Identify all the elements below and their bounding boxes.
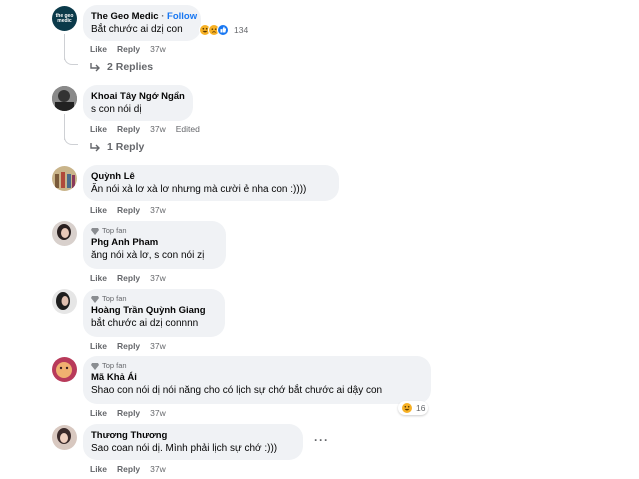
comment-text: Ăn nói xà lơ xà lơ nhưng mà cười ẻ nha c… (91, 184, 307, 195)
reply-arrow-icon (90, 63, 100, 72)
diamond-icon (91, 227, 99, 235)
reply-button[interactable]: Reply (117, 273, 140, 283)
more-options-icon[interactable]: ··· (314, 433, 329, 447)
comment-timestamp[interactable]: 37w (150, 341, 166, 351)
thread-curve (64, 56, 78, 65)
like-button[interactable]: Like (90, 408, 107, 418)
comment-timestamp[interactable]: 37w (150, 124, 166, 134)
comment-bubble: The Geo Medic · Follow Bắt chước ai dzị … (83, 5, 201, 41)
like-button[interactable]: Like (90, 205, 107, 215)
like-button[interactable]: Like (90, 273, 107, 283)
like-reaction-icon (217, 24, 229, 36)
comment-bubble: Top fan Phg Anh Pham ăng nói xà lơ, s co… (83, 221, 226, 269)
like-button[interactable]: Like (90, 44, 107, 54)
comment-timestamp[interactable]: 37w (150, 408, 166, 418)
replies-count: 1 Reply (107, 141, 145, 153)
avatar-photo (52, 86, 77, 111)
avatar[interactable] (52, 166, 77, 191)
top-fan-badge: Top fan (91, 294, 215, 304)
comment-author[interactable]: Quỳnh Lê (91, 170, 329, 183)
comment-author[interactable]: The Geo Medic (91, 11, 159, 22)
reply-button[interactable]: Reply (117, 44, 140, 54)
comment-bubble: Thương Thương Sao coan nói dị. Mình phải… (83, 424, 303, 460)
comment-timestamp[interactable]: 37w (150, 205, 166, 215)
reply-button[interactable]: Reply (117, 124, 140, 134)
thread-curve (64, 136, 78, 145)
reaction-summary[interactable]: 134 (199, 24, 248, 36)
haha-reaction-icon (401, 402, 413, 414)
comment-bubble: Top fan Hoàng Trần Quỳnh Giang bắt chước… (83, 289, 225, 337)
avatar[interactable]: the geo medic (52, 6, 77, 31)
reaction-count: 16 (416, 403, 426, 413)
comment-bubble: Top fan Mã Khả Ái Shao con nói dị nói nă… (83, 356, 431, 404)
comment-text: ăng nói xà lơ, s con nói zị (91, 250, 205, 261)
comment-timestamp[interactable]: 37w (150, 464, 166, 474)
avatar-photo (52, 357, 77, 382)
comment-actions: Like Reply 37w (90, 205, 166, 215)
avatar-photo (52, 166, 77, 191)
comment-bubble: Quỳnh Lê Ăn nói xà lơ xà lơ nhưng mà cườ… (83, 165, 339, 201)
avatar-photo (52, 221, 77, 246)
comment-author[interactable]: Mã Khả Ái (91, 371, 421, 384)
comment-actions: Like Reply 37w (90, 273, 166, 283)
reply-arrow-icon (90, 143, 100, 152)
comment-actions: Like Reply 37w Edited (90, 124, 200, 134)
reply-button[interactable]: Reply (117, 341, 140, 351)
comment-bubble: Khoai Tây Ngớ Ngẩn s con nói dị (83, 85, 193, 121)
reaction-summary[interactable]: 16 (398, 401, 429, 415)
reaction-count: 134 (234, 25, 249, 35)
reply-button[interactable]: Reply (117, 408, 140, 418)
comment-author[interactable]: Khoai Tây Ngớ Ngẩn (91, 90, 185, 103)
comment-timestamp[interactable]: 37w (150, 44, 166, 54)
comment-author[interactable]: Phg Anh Pham (91, 236, 216, 249)
reply-button[interactable]: Reply (117, 205, 140, 215)
comment-text: s con nói dị (91, 104, 142, 115)
avatar[interactable] (52, 221, 77, 246)
like-button[interactable]: Like (90, 124, 107, 134)
comment-text: Bắt chước ai dzị con (91, 24, 183, 35)
comment-actions: Like Reply 37w (90, 341, 166, 351)
avatar[interactable] (52, 425, 77, 450)
follow-button[interactable]: Follow (167, 11, 197, 22)
avatar-photo (52, 425, 77, 450)
comment-text: bắt chước ai dzị connnn (91, 318, 199, 329)
edited-label[interactable]: Edited (176, 124, 200, 134)
avatar-logo-text: the geo medic (55, 12, 74, 24)
comment-actions: Like Reply 37w (90, 464, 166, 474)
replies-count: 2 Replies (107, 61, 154, 73)
like-button[interactable]: Like (90, 464, 107, 474)
top-fan-badge: Top fan (91, 361, 421, 371)
comment-actions: Like Reply 37w (90, 44, 166, 54)
comment-author[interactable]: Thương Thương (91, 429, 293, 442)
comment-text: Shao con nói dị nói năng cho có lịch sự … (91, 385, 383, 396)
reply-button[interactable]: Reply (117, 464, 140, 474)
avatar[interactable] (52, 357, 77, 382)
comment-actions: Like Reply 37w (90, 408, 166, 418)
avatar[interactable] (52, 86, 77, 111)
comment-author[interactable]: Hoàng Trần Quỳnh Giang (91, 304, 215, 317)
diamond-icon (91, 295, 99, 303)
view-replies-link[interactable]: 2 Replies (90, 61, 153, 73)
comment-timestamp[interactable]: 37w (150, 273, 166, 283)
avatar[interactable] (52, 289, 77, 314)
avatar-photo (52, 289, 77, 314)
diamond-icon (91, 362, 99, 370)
like-button[interactable]: Like (90, 341, 107, 351)
top-fan-badge: Top fan (91, 226, 216, 236)
view-replies-link[interactable]: 1 Reply (90, 141, 144, 153)
comment-text: Sao coan nói dị. Mình phải lịch sự chớ :… (91, 443, 278, 454)
